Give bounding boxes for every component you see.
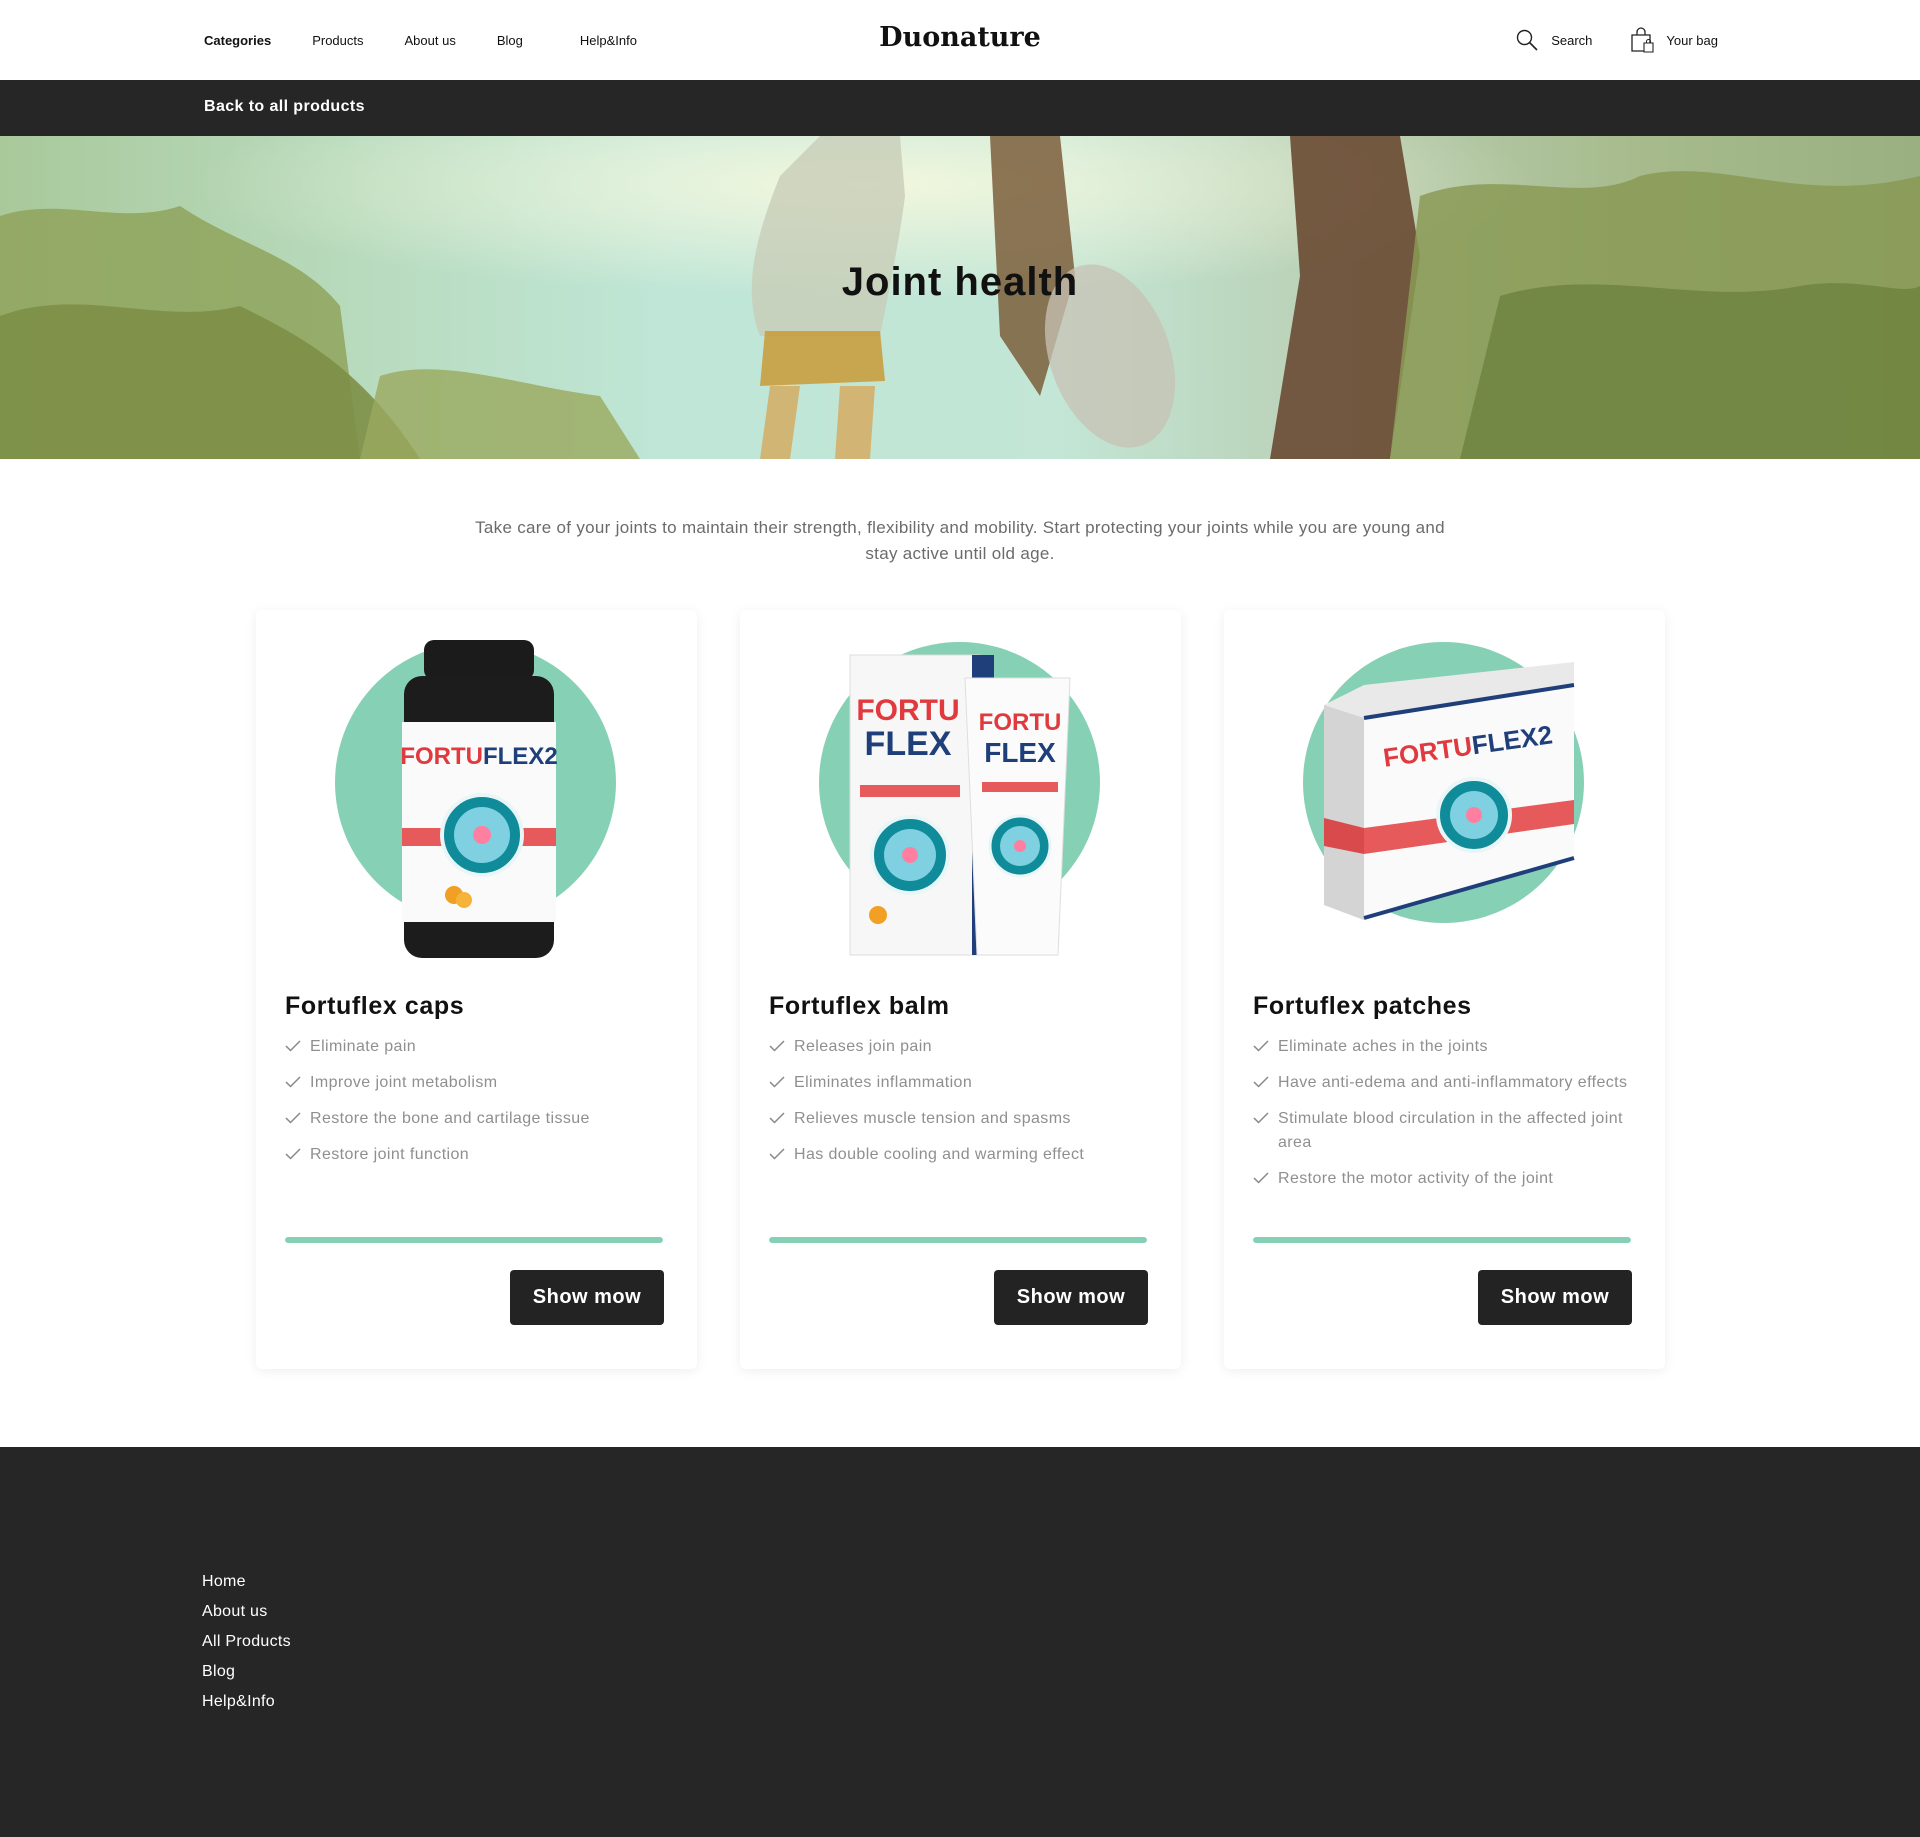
site-header: Categories Products About us Blog Help&I…: [0, 0, 1920, 80]
footer-link-help-info[interactable]: Help&Info: [202, 1687, 291, 1717]
feature-item: Restore the motor activity of the joint: [1253, 1167, 1643, 1191]
progress-fill: [1253, 1237, 1631, 1243]
feature-list: Releases join pain Eliminates inflammati…: [769, 1035, 1159, 1179]
product-card-balm: FORTU FLEX FORTU FLEX Fortuflex balm Rel…: [740, 610, 1181, 1369]
check-icon: [769, 1112, 785, 1124]
footer-link-home[interactable]: Home: [202, 1567, 291, 1597]
nav-item-products[interactable]: Products: [312, 33, 363, 48]
nav-item-blog[interactable]: Blog: [497, 33, 523, 48]
product-title: Fortuflex balm: [769, 992, 950, 1020]
check-icon: [285, 1040, 301, 1052]
nav-item-help-info[interactable]: Help&Info: [580, 33, 637, 48]
feature-item: Eliminate aches in the joints: [1253, 1035, 1643, 1059]
show-now-button[interactable]: Show mow: [1478, 1270, 1632, 1325]
check-icon: [285, 1112, 301, 1124]
product-image-patches: FORTUFLEX2: [1324, 662, 1575, 920]
product-card-patches: FORTUFLEX2 Fortuflex patches Eliminate a…: [1224, 610, 1665, 1369]
footer-link-blog[interactable]: Blog: [202, 1657, 291, 1687]
check-icon: [769, 1076, 785, 1088]
show-now-button[interactable]: Show mow: [994, 1270, 1148, 1325]
search-button[interactable]: Search: [1515, 28, 1592, 52]
feature-item: Has double cooling and warming effect: [769, 1143, 1159, 1167]
footer-link-about-us[interactable]: About us: [202, 1597, 291, 1627]
progress-fill: [285, 1237, 663, 1243]
feature-item: Improve joint metabolism: [285, 1071, 675, 1095]
product-image-caps: FORTUFLEX2: [400, 640, 558, 958]
feature-item: Relieves muscle tension and spasms: [769, 1107, 1159, 1131]
nav-item-about-us[interactable]: About us: [405, 33, 456, 48]
search-label: Search: [1551, 32, 1593, 48]
product-brand-text-d: FLEX: [984, 737, 1056, 768]
bag-button[interactable]: Your bag: [1630, 27, 1718, 53]
feature-item: Releases join pain: [769, 1035, 1159, 1059]
main-nav: Categories Products About us Blog Help&I…: [204, 0, 678, 80]
footer-link-all-products[interactable]: All Products: [202, 1627, 291, 1657]
nav-item-categories[interactable]: Categories: [204, 33, 271, 48]
product-brand-text-c: FORTU: [979, 709, 1062, 736]
feature-item: Eliminate pain: [285, 1035, 675, 1059]
product-brand-text: FORTUFLEX2: [400, 743, 557, 770]
check-icon: [285, 1076, 301, 1088]
product-brand-text-b: FLEX: [865, 725, 952, 763]
progress-bar: [769, 1237, 1147, 1243]
check-icon: [1253, 1076, 1269, 1088]
feature-item: Restore the bone and cartilage tissue: [285, 1107, 675, 1131]
hero-banner: Joint health: [0, 136, 1920, 459]
bag-label: Your bag: [1666, 32, 1718, 48]
progress-fill: [769, 1237, 1147, 1243]
check-icon: [1253, 1172, 1269, 1184]
feature-item: Have anti-edema and anti-inflammatory ef…: [1253, 1071, 1643, 1095]
site-footer: Home About us All Products Blog Help&Inf…: [0, 1447, 1920, 1837]
back-bar: Back to all products: [0, 80, 1920, 136]
feature-list: Eliminate aches in the joints Have anti-…: [1253, 1035, 1643, 1203]
product-title: Fortuflex patches: [1253, 992, 1472, 1020]
check-icon: [1253, 1112, 1269, 1124]
product-title: Fortuflex caps: [285, 992, 465, 1020]
progress-bar: [1253, 1237, 1631, 1243]
feature-item: Eliminates inflammation: [769, 1071, 1159, 1095]
feature-item: Stimulate blood circulation in the affec…: [1253, 1107, 1643, 1155]
show-now-button[interactable]: Show mow: [510, 1270, 664, 1325]
header-tools: Search Your bag: [1477, 0, 1718, 80]
product-brand-text-a: FORTU: [856, 694, 959, 727]
intro-text: Take care of your joints to maintain the…: [475, 518, 1445, 563]
feature-item: Restore joint function: [285, 1143, 675, 1167]
hero-title: Joint health: [841, 260, 1079, 304]
product-card-caps: FORTUFLEX2 Fortuflex caps Eliminate pain…: [256, 610, 697, 1369]
feature-list: Eliminate pain Improve joint metabolism …: [285, 1035, 675, 1179]
shopping-bag-icon: [1631, 27, 1654, 53]
search-icon: [1517, 29, 1538, 51]
check-icon: [1253, 1040, 1269, 1052]
check-icon: [285, 1148, 301, 1160]
check-icon: [769, 1148, 785, 1160]
check-icon: [769, 1040, 785, 1052]
progress-bar: [285, 1237, 663, 1243]
back-to-products-link[interactable]: Back to all products: [204, 98, 365, 116]
footer-links: Home About us All Products Blog Help&Inf…: [202, 1567, 291, 1717]
site-logo[interactable]: Duonature: [879, 22, 1041, 53]
product-image-balm: FORTU FLEX FORTU FLEX: [849, 654, 1071, 956]
